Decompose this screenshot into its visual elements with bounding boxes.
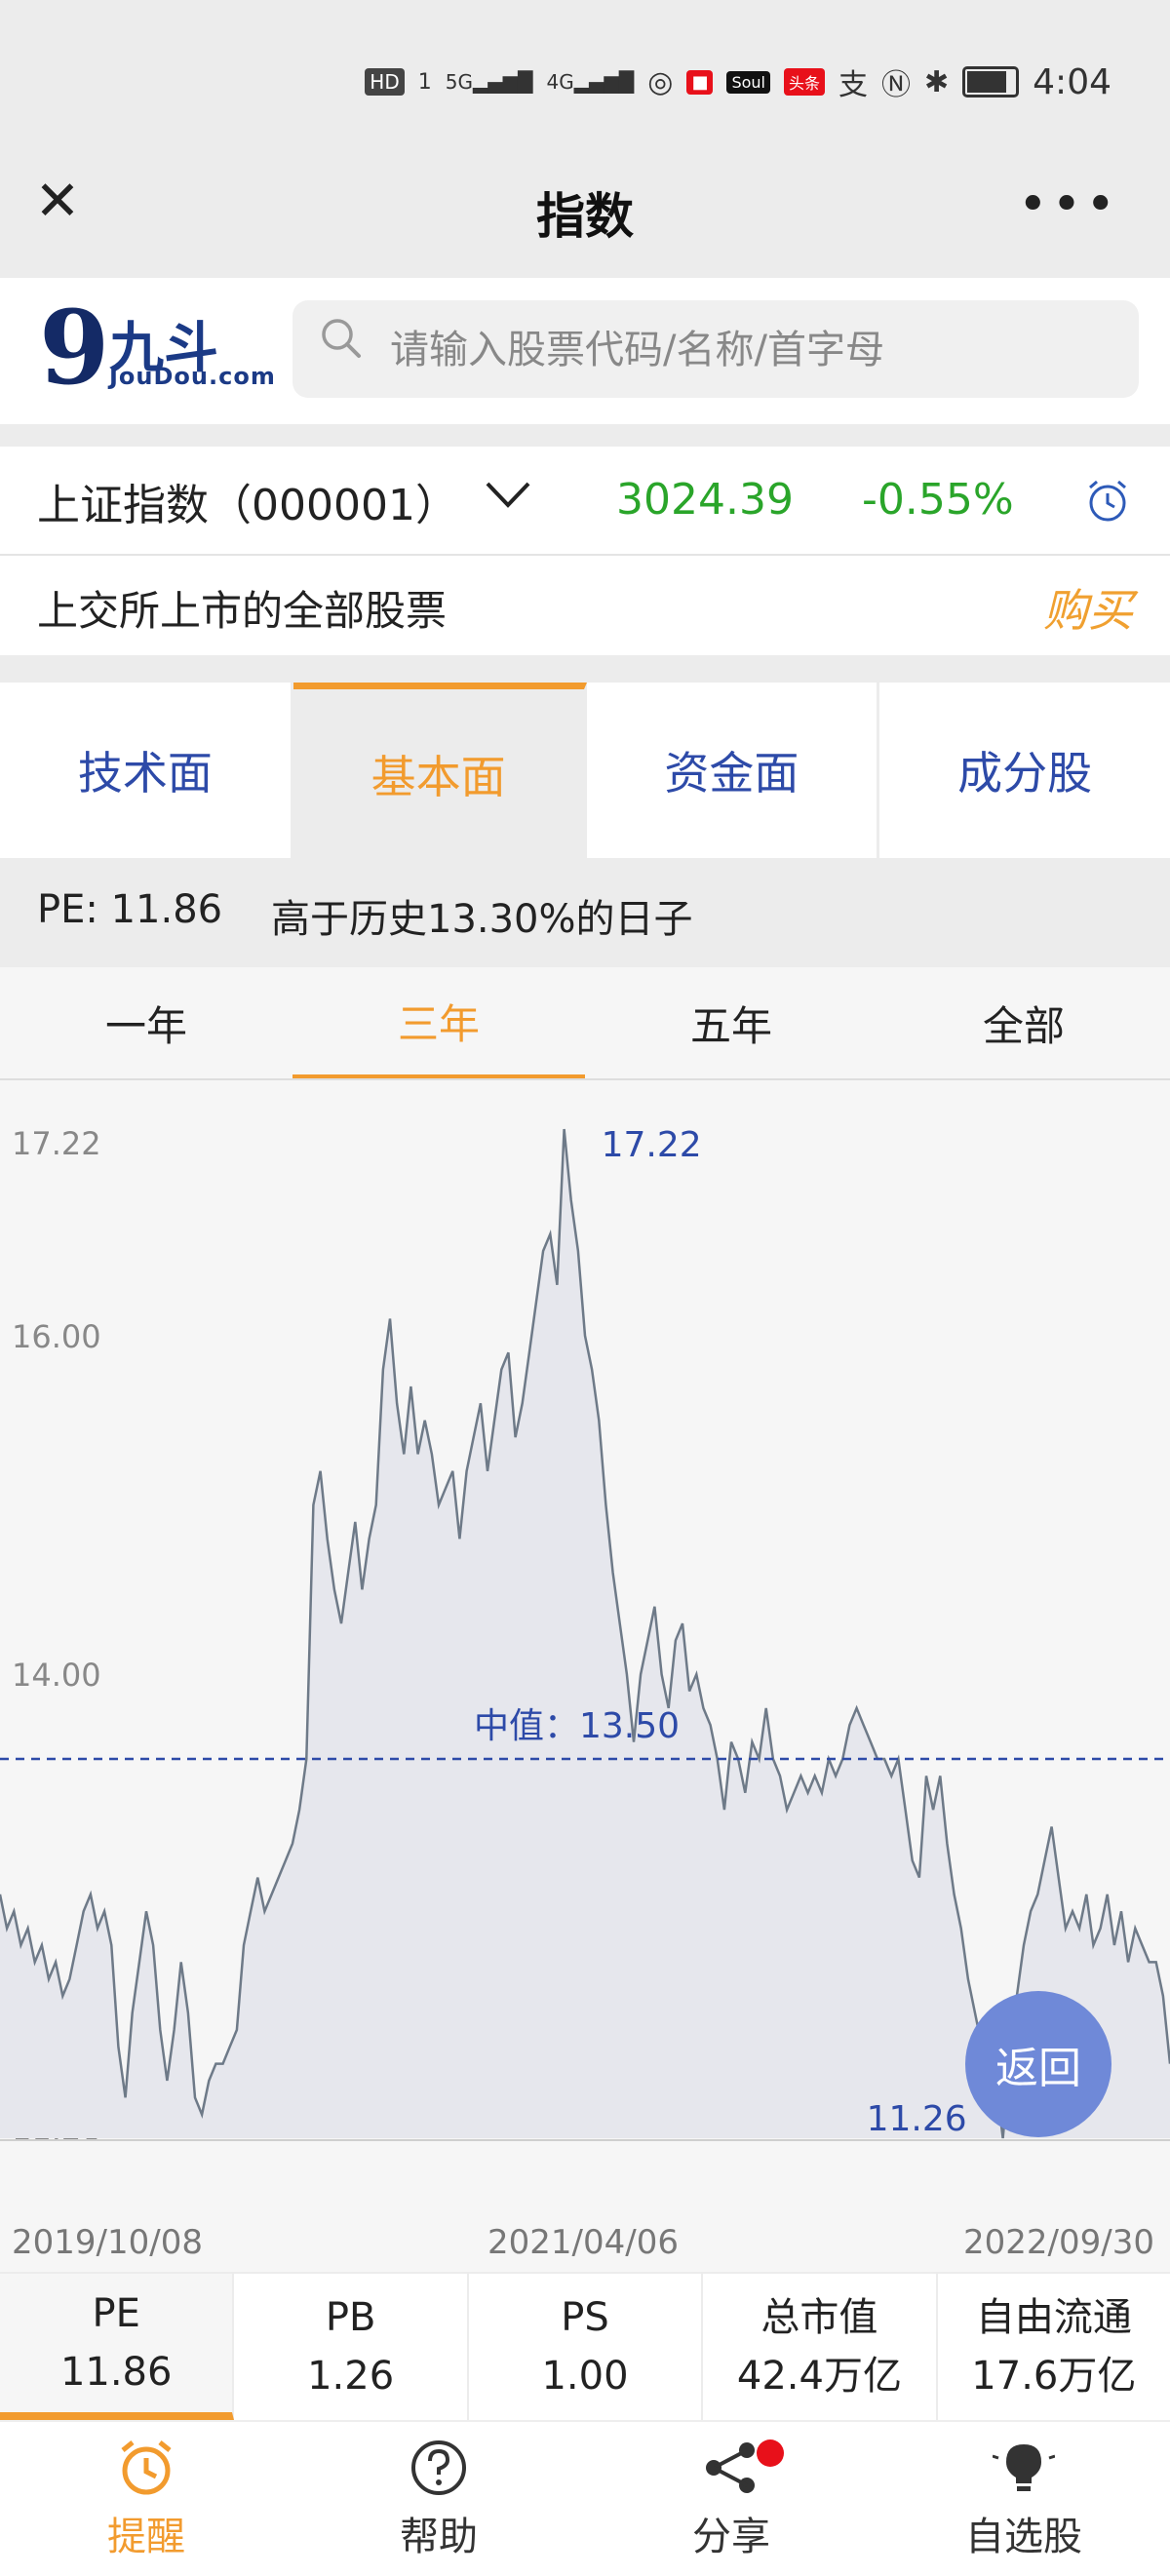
bluetooth-icon: ✱ [924, 64, 950, 99]
bottom-nav-label: 帮助 [400, 2515, 478, 2559]
period-tabs: 一年 三年 五年 全部 [0, 967, 1170, 1080]
more-icon[interactable]: ••• [1018, 176, 1119, 234]
pe-chart: 17.2216.0014.0012.0011.26中值：13.5017.2211… [0, 1125, 1170, 2148]
logo-url: JouDou.com [109, 363, 276, 390]
bottom-nav-label: 自选股 [965, 2515, 1082, 2559]
buy-button[interactable]: 购买 [1043, 575, 1133, 640]
y-tick-label: 14.00 [12, 1657, 101, 1694]
tab-fundamental[interactable]: 基本面 [292, 683, 587, 858]
metric-market-cap[interactable]: 总市值 42.4万亿 [703, 2274, 938, 2420]
app-icon: ■ [686, 69, 714, 95]
tab-capital[interactable]: 资金面 [587, 683, 880, 858]
period-tab-5y[interactable]: 五年 [585, 967, 878, 1078]
metric-value: 17.6万亿 [971, 2354, 1137, 2399]
metric-label: PE [92, 2291, 140, 2336]
pe-description: 高于历史13.30%的日子 [271, 897, 693, 942]
search-icon [322, 319, 361, 358]
metric-value: 42.4万亿 [736, 2354, 902, 2399]
5g-label: 5G [445, 70, 473, 94]
metric-free-float[interactable]: 自由流通 17.6万亿 [938, 2274, 1170, 2420]
metric-label: PS [561, 2295, 609, 2340]
toutiao-icon: 头条 [784, 68, 826, 96]
bottom-nav-watchlist[interactable]: 自选股 [878, 2422, 1170, 2576]
metric-label: PB [325, 2295, 376, 2340]
metric-pe[interactable]: PE 11.86 [0, 2274, 235, 2420]
share-icon [706, 2442, 755, 2493]
notification-badge [757, 2439, 784, 2467]
logo-mark: 9 [39, 288, 110, 408]
x-tick-label: 2022/09/30 [963, 2223, 1154, 2262]
bulb-icon [993, 2444, 1055, 2491]
battery-icon [962, 66, 1020, 98]
period-tab-3y[interactable]: 三年 [292, 967, 585, 1078]
metric-label: 总市值 [760, 2295, 878, 2340]
bottom-nav-remind[interactable]: 提醒 [0, 2422, 292, 2576]
index-name[interactable]: 上证指数（000001） [37, 470, 458, 532]
metric-ps[interactable]: PS 1.00 [469, 2274, 704, 2420]
metric-value: 1.26 [307, 2354, 395, 2399]
period-tab-1y[interactable]: 一年 [0, 967, 292, 1078]
bottom-nav-label: 分享 [692, 2515, 770, 2559]
4g-label: 4G [546, 70, 574, 94]
tab-components[interactable]: 成分股 [879, 683, 1170, 858]
bottom-nav-help[interactable]: 帮助 [292, 2422, 585, 2576]
max-label: 17.22 [602, 1125, 702, 1165]
index-value: 3024.39 [616, 475, 794, 525]
back-button[interactable]: 返回 [965, 1991, 1112, 2137]
sim-icon: 1 [417, 69, 432, 95]
search-input[interactable] [388, 322, 1113, 378]
index-description: 上交所上市的全部股票 [37, 587, 448, 635]
alarm-icon[interactable] [1084, 478, 1131, 525]
x-tick-label: 2019/10/08 [12, 2223, 203, 2262]
hd-icon: HD [365, 68, 405, 96]
status-icons: HD 1 5G▂▄▆█ 4G▂▄▆█ ◎ ■ Soul 头条 支 Ⓝ ✱ 4:0… [365, 60, 1112, 103]
bottom-nav-share[interactable]: 分享 [585, 2422, 878, 2576]
bottom-nav: 提醒 帮助 分享 自选股 [0, 2420, 1170, 2576]
median-label: 中值：13.50 [474, 1706, 680, 1746]
alarm-clock-icon [121, 2440, 172, 2495]
x-tick-label: 2021/04/06 [488, 2223, 679, 2262]
metric-value: 11.86 [59, 2350, 173, 2395]
status-time: 4:04 [1033, 61, 1112, 102]
chevron-down-icon[interactable] [484, 476, 532, 515]
alipay-icon: 支 [838, 68, 869, 102]
hotspot-icon: ◎ [647, 64, 674, 99]
metric-label: 自由流通 [975, 2295, 1132, 2340]
y-tick-label: 16.00 [12, 1318, 101, 1355]
logo-url-a: JouDou [109, 363, 209, 390]
tab-technical[interactable]: 技术面 [0, 683, 293, 858]
bottom-nav-label: 提醒 [107, 2515, 185, 2559]
pe-label: PE: 11.86 [37, 887, 223, 932]
battery-level [967, 71, 1007, 93]
min-label: 11.26 [867, 2099, 967, 2139]
4g-signal-icon: 4G▂▄▆█ [546, 70, 635, 94]
logo-url-b: .com [209, 363, 276, 390]
period-tab-all[interactable]: 全部 [878, 967, 1170, 1078]
page-title: 指数 [536, 188, 634, 245]
y-tick-label: 17.22 [12, 1125, 101, 1162]
soul-icon: Soul [726, 70, 770, 94]
5g-signal-icon: 5G▂▄▆█ [445, 70, 533, 94]
pe-chart-area: 17.2216.0014.0012.0011.26中值：13.5017.2211… [0, 1080, 1170, 2148]
main-tabs: 技术面 基本面 资金面 成分股 [0, 683, 1170, 858]
help-icon [411, 2440, 466, 2495]
metric-pb[interactable]: PB 1.26 [234, 2274, 469, 2420]
pe-area-fill [0, 1129, 1170, 2138]
index-change: -0.55% [862, 475, 1014, 525]
metric-value: 1.00 [541, 2354, 629, 2399]
nfc-icon: Ⓝ [881, 68, 912, 102]
metrics-bar: PE 11.86 PB 1.26 PS 1.00 总市值 42.4万亿 自由流通… [0, 2274, 1170, 2420]
